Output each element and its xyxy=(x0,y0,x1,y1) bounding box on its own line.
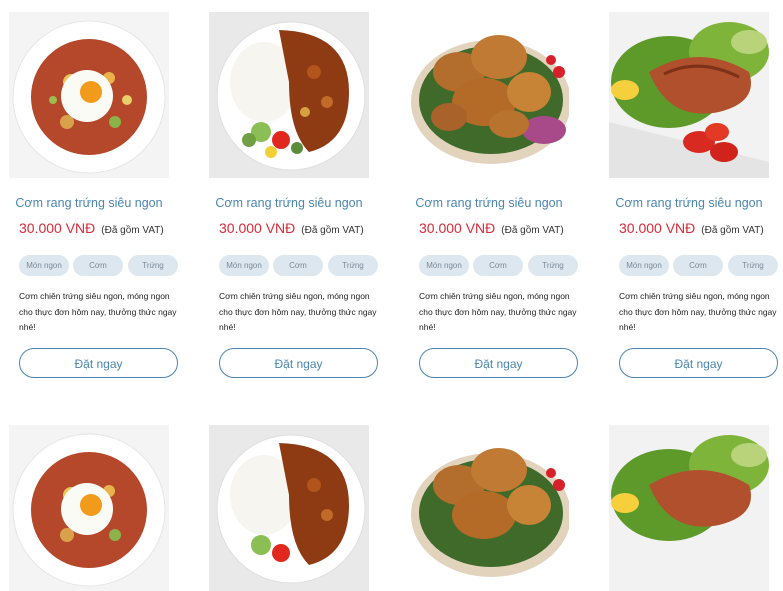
price-row: 30.000 VNĐ (Đã gồm VAT) xyxy=(219,220,364,238)
tag-mon-ngon[interactable]: Món ngon xyxy=(219,255,269,276)
price-row: 30.000 VNĐ (Đã gồm VAT) xyxy=(619,220,764,238)
product-image-grilled-salmon[interactable] xyxy=(609,425,769,591)
tag-trung[interactable]: Trứng xyxy=(328,255,378,276)
product-title[interactable]: Cơm rang trứng siêu ngon xyxy=(9,196,169,210)
tag-mon-ngon[interactable]: Món ngon xyxy=(419,255,469,276)
product-image-fried-rice[interactable] xyxy=(9,425,169,591)
tag-trung[interactable]: Trứng xyxy=(728,255,778,276)
product-image-grilled-salmon[interactable] xyxy=(609,12,769,178)
order-now-button[interactable]: Đặt ngay xyxy=(419,348,578,378)
product-title[interactable]: Cơm rang trứng siêu ngon xyxy=(409,196,569,210)
price-row: 30.000 VNĐ (Đã gồm VAT) xyxy=(19,220,164,238)
vat-note: (Đã gồm VAT) xyxy=(301,225,364,236)
product-price: 30.000 VNĐ xyxy=(419,220,496,236)
product-description: Cơm chiên trứng siêu ngon, móng ngon cho… xyxy=(219,291,377,332)
tag-trung[interactable]: Trứng xyxy=(528,255,578,276)
product-title[interactable]: Cơm rang trứng siêu ngon xyxy=(609,196,769,210)
order-now-button[interactable]: Đặt ngay xyxy=(619,348,778,378)
tag-com[interactable]: Cơm xyxy=(73,255,123,276)
product-price: 30.000 VNĐ xyxy=(219,220,296,236)
tag-trung[interactable]: Trứng xyxy=(128,255,178,276)
tag-com[interactable]: Cơm xyxy=(473,255,523,276)
price-row: 30.000 VNĐ (Đã gồm VAT) xyxy=(419,220,564,238)
product-description: Cơm chiên trứng siêu ngon, móng ngon cho… xyxy=(19,291,177,332)
tag-com[interactable]: Cơm xyxy=(273,255,323,276)
vat-note: (Đã gồm VAT) xyxy=(701,225,764,236)
product-price: 30.000 VNĐ xyxy=(19,220,96,236)
tag-com[interactable]: Cơm xyxy=(673,255,723,276)
product-price: 30.000 VNĐ xyxy=(619,220,696,236)
product-image-fried-rice[interactable] xyxy=(9,12,169,178)
vat-note: (Đã gồm VAT) xyxy=(101,225,164,236)
product-image-fried-chicken[interactable] xyxy=(409,425,569,591)
tag-mon-ngon[interactable]: Món ngon xyxy=(619,255,669,276)
product-image-curry-rice[interactable] xyxy=(209,425,369,591)
order-now-button[interactable]: Đặt ngay xyxy=(219,348,378,378)
product-image-fried-chicken[interactable] xyxy=(409,12,569,178)
product-title[interactable]: Cơm rang trứng siêu ngon xyxy=(209,196,369,210)
vat-note: (Đã gồm VAT) xyxy=(501,225,564,236)
product-description: Cơm chiên trứng siêu ngon, móng ngon cho… xyxy=(619,291,777,332)
tag-mon-ngon[interactable]: Món ngon xyxy=(19,255,69,276)
order-now-button[interactable]: Đặt ngay xyxy=(19,348,178,378)
product-image-curry-rice[interactable] xyxy=(209,12,369,178)
product-description: Cơm chiên trứng siêu ngon, móng ngon cho… xyxy=(419,291,577,332)
